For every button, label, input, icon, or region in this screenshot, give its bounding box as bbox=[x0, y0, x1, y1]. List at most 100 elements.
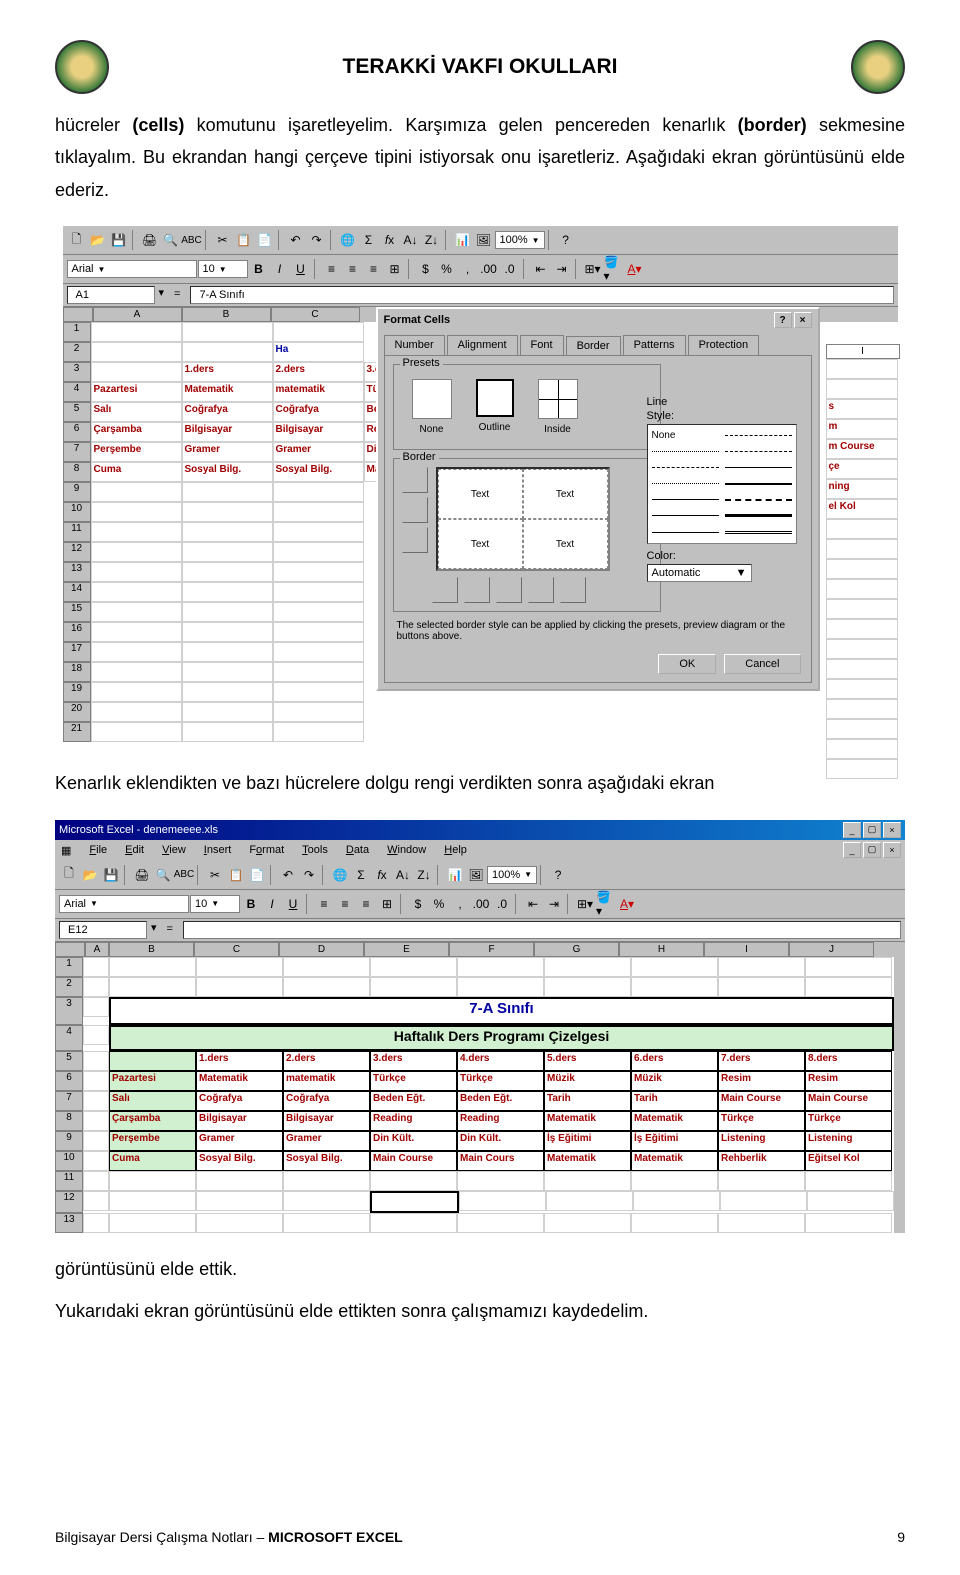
menu-window[interactable]: Window bbox=[385, 842, 428, 859]
cell[interactable] bbox=[805, 1171, 892, 1191]
column-header[interactable]: E bbox=[364, 942, 449, 957]
menu-help[interactable]: Help bbox=[442, 842, 469, 859]
menu-edit[interactable]: Edit bbox=[123, 842, 146, 859]
align-center-icon[interactable]: ≡ bbox=[335, 894, 355, 914]
borders-icon[interactable]: ⊞▾ bbox=[575, 894, 595, 914]
column-header[interactable]: I bbox=[826, 344, 900, 359]
dialog-help-icon[interactable]: ? bbox=[774, 312, 792, 328]
paste-icon[interactable]: 📄 bbox=[247, 865, 267, 885]
column-header[interactable]: A bbox=[85, 942, 109, 957]
print-icon[interactable]: 🖨 bbox=[140, 230, 160, 250]
font-size-combo[interactable]: 10▼ bbox=[190, 895, 240, 913]
cell[interactable] bbox=[91, 642, 182, 662]
cell[interactable] bbox=[273, 682, 364, 702]
schedule-cell[interactable]: İş Eğitimi bbox=[631, 1131, 718, 1151]
dialog-close-icon[interactable]: × bbox=[794, 312, 812, 328]
formula-input[interactable]: 7-A Sınıfı bbox=[190, 286, 893, 304]
merged-title[interactable]: 7-A Sınıfı bbox=[109, 997, 894, 1025]
preview-icon[interactable]: 🔍 bbox=[161, 230, 181, 250]
schedule-cell[interactable]: Reading bbox=[457, 1111, 544, 1131]
bold-icon[interactable]: B bbox=[249, 259, 269, 279]
schedule-cell[interactable]: Gramer bbox=[196, 1131, 283, 1151]
cell[interactable]: Matematik bbox=[182, 382, 273, 402]
cell[interactable] bbox=[83, 997, 109, 1017]
cell[interactable] bbox=[83, 1051, 109, 1071]
schedule-cell[interactable]: Main Cours bbox=[457, 1151, 544, 1171]
cell[interactable] bbox=[633, 1191, 720, 1211]
cell[interactable]: Cuma bbox=[91, 462, 182, 482]
align-left-icon[interactable]: ≡ bbox=[322, 259, 342, 279]
row-header[interactable]: 6 bbox=[63, 422, 91, 442]
paste-icon[interactable]: 📄 bbox=[255, 230, 275, 250]
cell[interactable] bbox=[273, 662, 364, 682]
cell[interactable] bbox=[826, 559, 898, 579]
row-header[interactable]: 16 bbox=[63, 622, 91, 642]
sort-asc-icon[interactable]: A↓ bbox=[401, 230, 421, 250]
cell[interactable] bbox=[544, 1171, 631, 1191]
font-color-icon[interactable]: A▾ bbox=[617, 894, 637, 914]
column-header[interactable]: C bbox=[271, 307, 360, 322]
spellcheck-icon[interactable]: ABC bbox=[174, 865, 194, 885]
header-cell[interactable]: 5.ders bbox=[544, 1051, 631, 1071]
cell[interactable] bbox=[182, 602, 273, 622]
cut-icon[interactable]: ✂ bbox=[205, 865, 225, 885]
schedule-cell[interactable]: Resim bbox=[805, 1071, 892, 1091]
fill-color-icon[interactable]: 🪣▾ bbox=[604, 259, 624, 279]
header-cell[interactable]: 6.ders bbox=[631, 1051, 718, 1071]
cell[interactable] bbox=[182, 502, 273, 522]
name-box[interactable]: E12 bbox=[59, 921, 147, 939]
schedule-cell[interactable]: Türkçe bbox=[805, 1111, 892, 1131]
border-diag2-btn[interactable] bbox=[560, 577, 586, 603]
schedule-cell[interactable]: Tarih bbox=[544, 1091, 631, 1111]
schedule-cell[interactable]: Coğrafya bbox=[196, 1091, 283, 1111]
autosum-icon[interactable]: Σ bbox=[351, 865, 371, 885]
borders-icon[interactable]: ⊞▾ bbox=[583, 259, 603, 279]
inc-indent-icon[interactable]: ⇥ bbox=[552, 259, 572, 279]
tab-protection[interactable]: Protection bbox=[688, 335, 760, 355]
row-header[interactable]: 4 bbox=[55, 1025, 83, 1051]
spreadsheet-grid-2[interactable]: A B C D E F G H I J 1237-A Sınıfı4Haftal… bbox=[55, 942, 894, 1233]
schedule-cell[interactable]: Türkçe bbox=[370, 1071, 457, 1091]
day-cell[interactable]: Çarşamba bbox=[109, 1111, 196, 1131]
cell[interactable] bbox=[91, 542, 182, 562]
cell[interactable] bbox=[273, 522, 364, 542]
cell[interactable] bbox=[370, 1191, 459, 1213]
cell[interactable] bbox=[826, 359, 898, 379]
cell[interactable] bbox=[182, 542, 273, 562]
drawing-icon[interactable]: 🖼 bbox=[474, 230, 494, 250]
zoom-combo[interactable]: 100%▼ bbox=[495, 231, 545, 249]
open-icon[interactable]: 📂 bbox=[80, 865, 100, 885]
cell[interactable]: Sosyal Bilg. bbox=[273, 462, 364, 482]
cell[interactable]: 2.ders bbox=[273, 362, 364, 382]
row-header[interactable]: 3 bbox=[63, 362, 91, 382]
dec-indent-icon[interactable]: ⇤ bbox=[523, 894, 543, 914]
cell[interactable] bbox=[182, 342, 273, 362]
zoom-combo[interactable]: 100%▼ bbox=[487, 866, 537, 884]
cell[interactable] bbox=[826, 659, 898, 679]
cell[interactable] bbox=[182, 702, 273, 722]
row-header[interactable]: 11 bbox=[55, 1171, 83, 1191]
name-box-dropdown-icon[interactable]: ▾ bbox=[159, 286, 165, 304]
font-size-combo[interactable]: 10▼ bbox=[198, 260, 248, 278]
cell[interactable] bbox=[273, 702, 364, 722]
menu-format[interactable]: Format bbox=[247, 842, 286, 859]
row-header[interactable]: 4 bbox=[63, 382, 91, 402]
name-box[interactable]: A1 bbox=[67, 286, 155, 304]
border-left-btn[interactable] bbox=[464, 577, 490, 603]
schedule-cell[interactable]: Matematik bbox=[544, 1151, 631, 1171]
underline-icon[interactable]: U bbox=[283, 894, 303, 914]
redo-icon[interactable]: ↷ bbox=[299, 865, 319, 885]
excel-doc-icon[interactable]: ▦ bbox=[59, 842, 73, 859]
align-left-icon[interactable]: ≡ bbox=[314, 894, 334, 914]
cell[interactable] bbox=[109, 1213, 196, 1233]
cell[interactable] bbox=[826, 579, 898, 599]
column-header[interactable]: A bbox=[93, 307, 182, 322]
help-icon[interactable]: ? bbox=[556, 230, 576, 250]
cell[interactable] bbox=[91, 562, 182, 582]
row-header[interactable]: 17 bbox=[63, 642, 91, 662]
spellcheck-icon[interactable]: ABC bbox=[182, 230, 202, 250]
schedule-cell[interactable]: Din Kült. bbox=[370, 1131, 457, 1151]
help-icon[interactable]: ? bbox=[548, 865, 568, 885]
cell[interactable] bbox=[196, 1213, 283, 1233]
cell[interactable] bbox=[109, 957, 196, 977]
